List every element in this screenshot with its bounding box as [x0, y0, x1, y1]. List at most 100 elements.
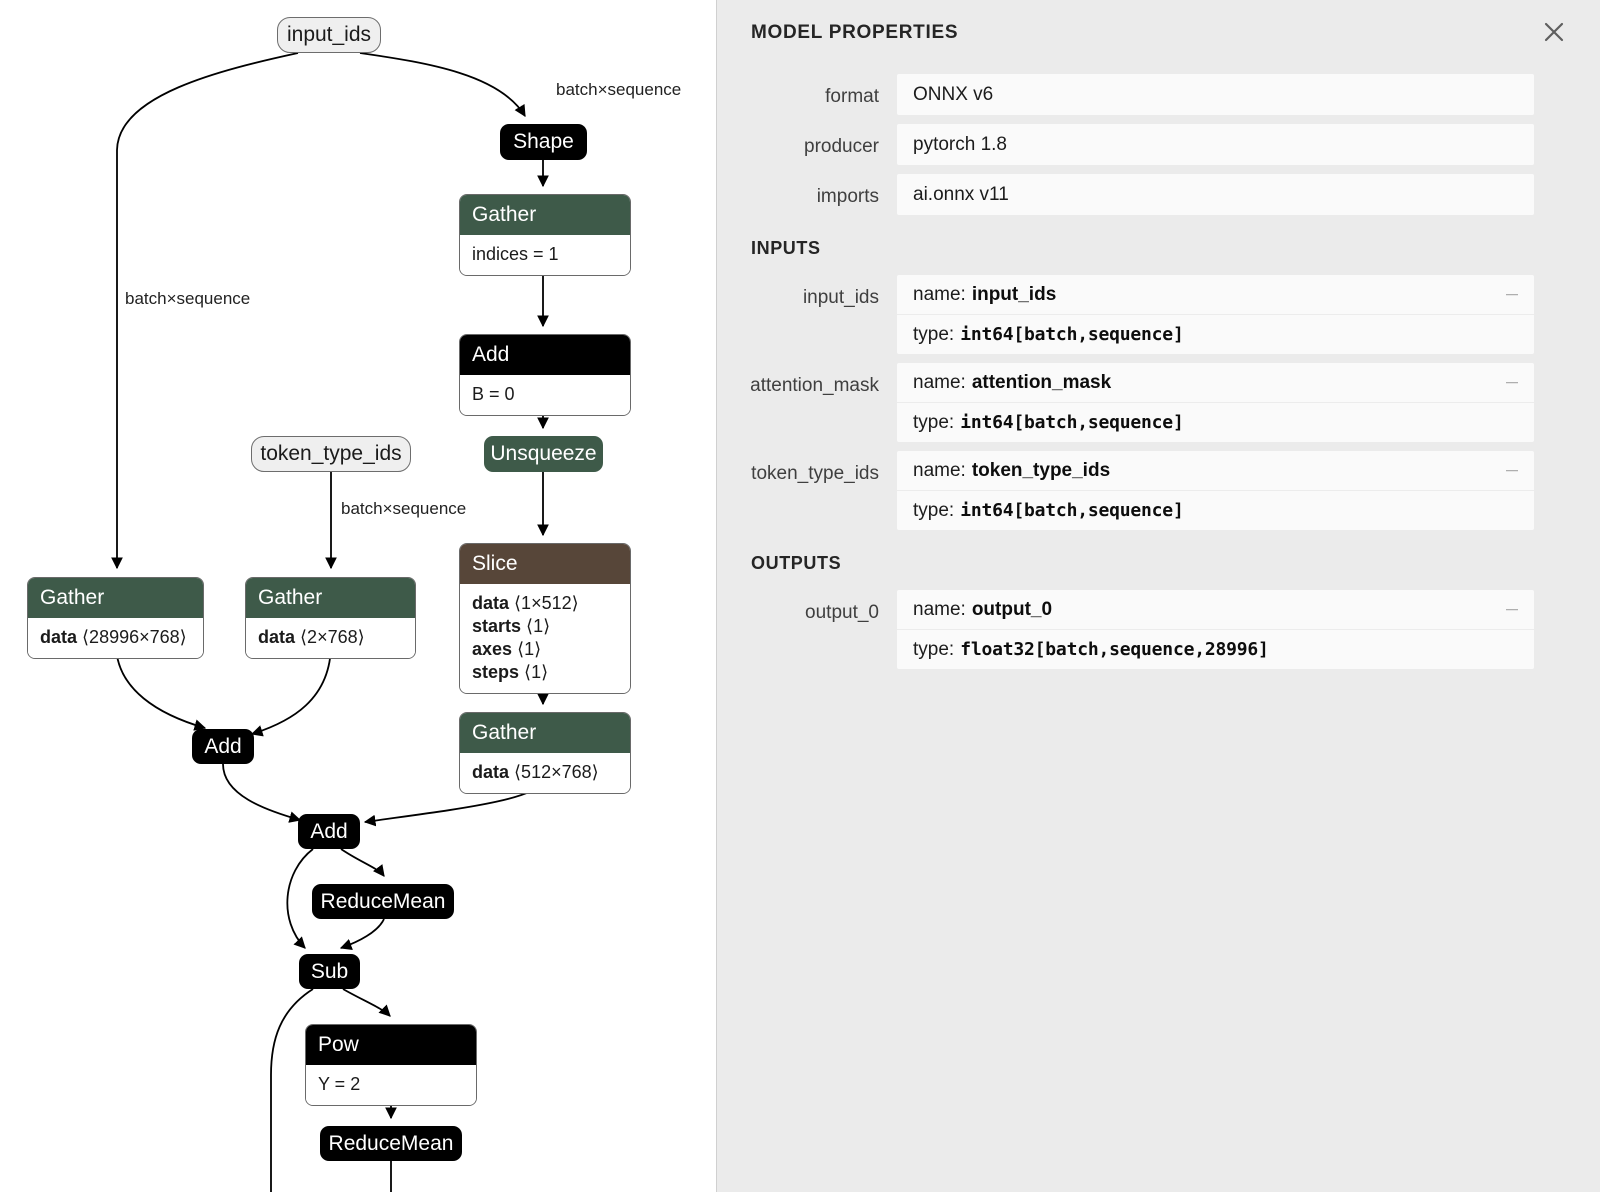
output-card[interactable]: name: output_0 type: float32[batch,seque… — [897, 590, 1534, 669]
input-name-line: name: input_ids — [897, 275, 1534, 315]
node-attr-dims: ⟨1⟩ — [524, 662, 549, 683]
edge-reducemean1-sub — [339, 918, 385, 951]
graph-node-sub[interactable]: Sub — [299, 954, 360, 989]
property-value-producer[interactable]: pytorch 1.8 — [897, 124, 1534, 165]
field-key: type: — [913, 638, 955, 660]
collapse-icon[interactable] — [1506, 381, 1518, 384]
graph-node-gather-token-type-embeddings[interactable]: Gather data ⟨2×768⟩ — [245, 577, 416, 660]
node-header: Pow — [306, 1025, 476, 1065]
edge-label-batch-sequence-3: batch×sequence — [341, 499, 466, 518]
field-key: name: — [913, 283, 966, 305]
graph-node-slice[interactable]: Slice data ⟨1×512⟩ starts ⟨1⟩ axes ⟨1⟩ s… — [459, 543, 631, 695]
field-value: input_ids — [971, 283, 1057, 305]
node-attr-data: data ⟨1×512⟩ — [472, 592, 618, 615]
properties-list: format ONNX v6 producer pytorch 1.8 impo… — [717, 74, 1600, 215]
input-type-line: type: int64[batch,sequence] — [897, 315, 1534, 354]
input-label: input_ids — [802, 287, 879, 308]
graph-node-gather-word-embeddings[interactable]: Gather data ⟨28996×768⟩ — [27, 577, 204, 660]
field-value: float32[batch,sequence,28996] — [960, 639, 1269, 660]
input-name-line: name: token_type_ids — [897, 451, 1534, 491]
node-attr-y: Y = 2 — [318, 1074, 361, 1094]
field-value: output_0 — [971, 598, 1053, 620]
edge-inputids-gather2-a — [111, 52, 299, 570]
input-type-line: type: int64[batch,sequence] — [897, 491, 1534, 530]
graph-node-shape[interactable]: Shape — [500, 124, 587, 160]
node-attributes: Y = 2 — [306, 1065, 476, 1106]
node-attr-steps: steps ⟨1⟩ — [472, 661, 618, 684]
node-attr-dims: ⟨512×768⟩ — [514, 762, 599, 782]
node-attributes: indices = 1 — [460, 235, 630, 276]
node-attr-data: data ⟨512×768⟩ — [472, 761, 618, 784]
graph-node-pow[interactable]: Pow Y = 2 — [305, 1024, 477, 1107]
node-attr-dims: ⟨28996×768⟩ — [82, 627, 187, 647]
node-attributes: data ⟨1×512⟩ starts ⟨1⟩ axes ⟨1⟩ steps ⟨… — [460, 584, 630, 694]
input-card[interactable]: name: attention_mask type: int64[batch,s… — [897, 363, 1534, 442]
graph-node-reducemean-2[interactable]: ReduceMean — [320, 1126, 462, 1161]
collapse-icon[interactable] — [1506, 608, 1518, 611]
field-value: int64[batch,sequence] — [960, 324, 1184, 345]
node-attr-dims: ⟨1×512⟩ — [514, 593, 579, 613]
input-row-input-ids: input_ids name: input_ids type: int64[ba… — [717, 275, 1600, 354]
input-card[interactable]: name: token_type_ids type: int64[batch,s… — [897, 451, 1534, 530]
edge-add4-reducemean1 — [340, 848, 385, 877]
field-value: token_type_ids — [971, 459, 1111, 481]
input-row-attention-mask: attention_mask name: attention_mask type… — [717, 363, 1600, 442]
collapse-icon[interactable] — [1506, 469, 1518, 472]
output-label: output_0 — [805, 602, 879, 623]
graph-node-gather-shape[interactable]: Gather indices = 1 — [459, 194, 631, 277]
node-attr-key: data — [472, 593, 510, 613]
node-attr-key: steps — [472, 662, 520, 683]
input-type-line: type: int64[batch,sequence] — [897, 403, 1534, 442]
node-header: Gather — [460, 713, 630, 753]
input-label: token_type_ids — [751, 463, 879, 484]
node-attr-data: data ⟨2×768⟩ — [258, 626, 403, 649]
model-graph-canvas[interactable]: batch×sequence batch×sequence batch×sequ… — [0, 0, 716, 1192]
node-attributes: B = 0 — [460, 375, 630, 416]
edge-label-batch-sequence-1: batch×sequence — [556, 80, 681, 99]
node-attr-b: B = 0 — [472, 384, 515, 404]
field-key: name: — [913, 371, 966, 393]
close-icon[interactable] — [1536, 14, 1572, 50]
node-attr-key: starts — [472, 616, 522, 637]
graph-node-unsqueeze[interactable]: Unsqueeze — [484, 436, 603, 472]
graph-node-reducemean-1[interactable]: ReduceMean — [312, 884, 454, 919]
property-row-producer: producer pytorch 1.8 — [717, 124, 1600, 165]
property-row-imports: imports ai.onnx v11 — [717, 174, 1600, 215]
property-value-format[interactable]: ONNX v6 — [897, 74, 1534, 115]
node-header: Gather — [246, 578, 415, 618]
node-attributes: data ⟨28996×768⟩ — [28, 618, 203, 659]
input-card[interactable]: name: input_ids type: int64[batch,sequen… — [897, 275, 1534, 354]
collapse-icon[interactable] — [1506, 293, 1518, 296]
node-attr-dims: ⟨1⟩ — [526, 616, 551, 637]
edge-add4-sub — [286, 848, 314, 949]
node-attr-key: axes — [472, 639, 513, 660]
node-header: Add — [460, 335, 630, 375]
node-attr-indices: indices = 1 — [472, 244, 559, 264]
section-title-inputs: INPUTS — [751, 238, 821, 258]
model-properties-panel: MODEL PROPERTIES format ONNX v6 producer… — [716, 0, 1600, 1192]
field-key: type: — [913, 499, 955, 521]
graph-node-add-shape[interactable]: Add B = 0 — [459, 334, 631, 417]
property-label: format — [825, 86, 879, 107]
property-label: producer — [804, 136, 879, 157]
panel-header: MODEL PROPERTIES — [717, 0, 1600, 74]
node-header: Gather — [460, 195, 630, 235]
field-value: int64[batch,sequence] — [960, 500, 1184, 521]
edge-add3-add4 — [222, 763, 302, 823]
node-header: Gather — [28, 578, 203, 618]
page-title: MODEL PROPERTIES — [751, 22, 959, 43]
field-value: attention_mask — [971, 371, 1112, 393]
field-key: type: — [913, 411, 955, 433]
graph-node-gather-position-embeddings[interactable]: Gather data ⟨512×768⟩ — [459, 712, 631, 795]
graph-node-input-ids[interactable]: input_ids — [277, 17, 381, 53]
field-key: type: — [913, 323, 955, 345]
graph-node-add-embeddings[interactable]: Add — [192, 729, 254, 764]
graph-node-add-position[interactable]: Add — [298, 814, 360, 849]
property-value-imports[interactable]: ai.onnx v11 — [897, 174, 1534, 215]
graph-node-token-type-ids[interactable]: token_type_ids — [251, 436, 411, 472]
edge-inputids-shape — [359, 52, 526, 117]
inputs-list: input_ids name: input_ids type: int64[ba… — [717, 275, 1600, 530]
property-label: imports — [816, 186, 879, 207]
node-attr-dims: ⟨2×768⟩ — [300, 627, 365, 647]
field-key: name: — [913, 598, 966, 620]
